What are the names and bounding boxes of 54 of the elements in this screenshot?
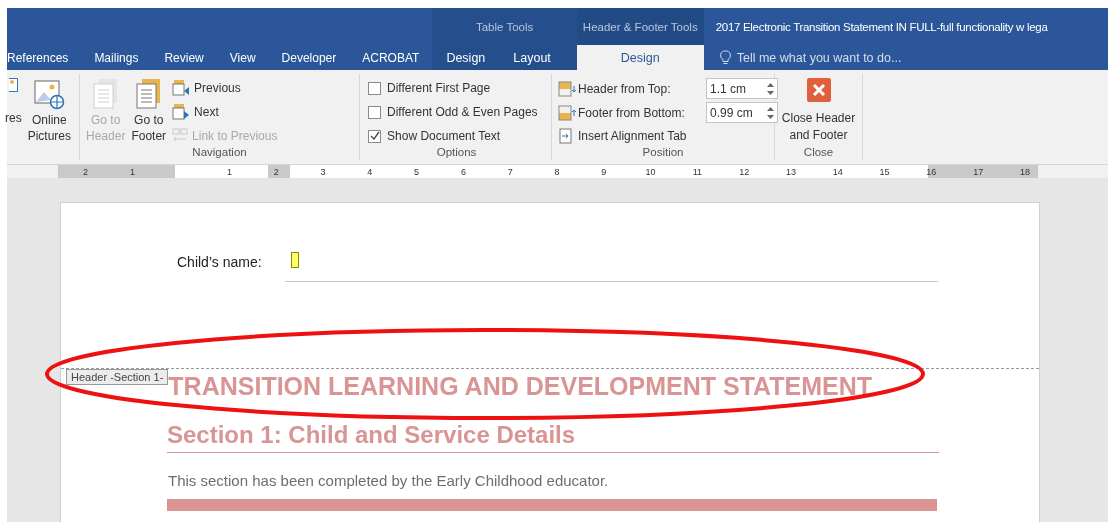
ribbon-button-label[interactable]: res — [5, 94, 22, 126]
section-heading: Section 1: Child and Service Details — [167, 421, 939, 453]
insert-alignment-tab-button[interactable]: Insert Alignment Tab — [558, 126, 779, 146]
document-title: TRANSITION LEARNING AND DEVELOPMENT STATEMENT — [168, 372, 873, 401]
spin-arrows-icon — [767, 81, 775, 96]
close-header-footer-button[interactable]: Close Header and Footer — [781, 78, 856, 146]
header-section-tag: Header -Section 1- — [66, 369, 169, 385]
online-pictures-button[interactable]: Online Pictures — [27, 78, 72, 158]
ruler: 2 1 1 2 3 4 5 6 7 8 9 10 11 12 13 14 15 16 17 18 — [58, 165, 1038, 178]
ribbon-tab[interactable]: Developer — [268, 45, 350, 70]
ribbon-tab[interactable]: Layout — [499, 45, 577, 70]
navigation-button[interactable]: Previous — [172, 78, 278, 98]
checkbox-label: Show Document Text — [387, 129, 501, 143]
footer-position-icon — [558, 104, 577, 121]
spin-arrows-icon — [767, 105, 775, 120]
spin-field[interactable]: 0.99 cm — [706, 102, 779, 123]
context-tab-label: Table Tools — [474, 20, 535, 33]
text-cursor — [291, 252, 299, 268]
checkbox[interactable] — [368, 105, 382, 119]
link-icon — [172, 128, 189, 144]
field-label: Footer from Bottom: — [578, 105, 686, 120]
navigation-button[interactable]: Next — [172, 102, 278, 122]
group-label: Position — [641, 146, 685, 158]
header-position-icon — [558, 80, 577, 97]
group-label: Options — [435, 146, 478, 158]
ribbon-tab[interactable]: Mailings — [81, 45, 152, 70]
close-icon — [806, 78, 831, 102]
ribbon-tab[interactable]: Review — [151, 45, 217, 70]
field-label: Child’s name: — [177, 254, 263, 272]
checkbox-label: Different First Page — [387, 81, 491, 95]
previous-section-icon — [172, 80, 191, 96]
spin-field[interactable]: 1.1 cm — [706, 78, 779, 99]
ribbon-tab[interactable]: ACROBAT — [349, 45, 433, 70]
checkbox[interactable] — [368, 129, 382, 143]
lightbulb-icon — [719, 50, 731, 65]
paragraph: This section has been completed by the Early Childhood educator. — [168, 472, 610, 489]
checkbox-label: Different Odd & Even Pages — [387, 105, 538, 119]
ribbon-tab[interactable]: Design — [576, 45, 704, 70]
group-label: Navigation — [191, 146, 248, 158]
alignment-tab-icon — [558, 128, 575, 144]
ribbon-tab[interactable]: View — [216, 45, 269, 70]
group-label: Close — [802, 146, 835, 158]
go-to-footer-button[interactable]: Go to Footer — [131, 78, 167, 146]
context-tab-label: Header & Footer Tools — [581, 20, 699, 33]
screenshot-icon — [8, 78, 18, 92]
next-section-icon — [172, 104, 191, 120]
ribbon-tab[interactable]: References — [7, 45, 82, 70]
pictures-icon — [33, 78, 66, 110]
ribbon-tab[interactable]: Design — [432, 45, 500, 70]
name-field[interactable] — [285, 251, 938, 282]
checkbox[interactable] — [368, 81, 382, 95]
window-title: 2017 Electronic Transition Statement IN FULL-full functionality w lega — [714, 20, 1048, 33]
tell-me-field[interactable]: Tell me what you want to do... — [703, 45, 902, 70]
field-label: Header from Top: — [578, 81, 672, 96]
